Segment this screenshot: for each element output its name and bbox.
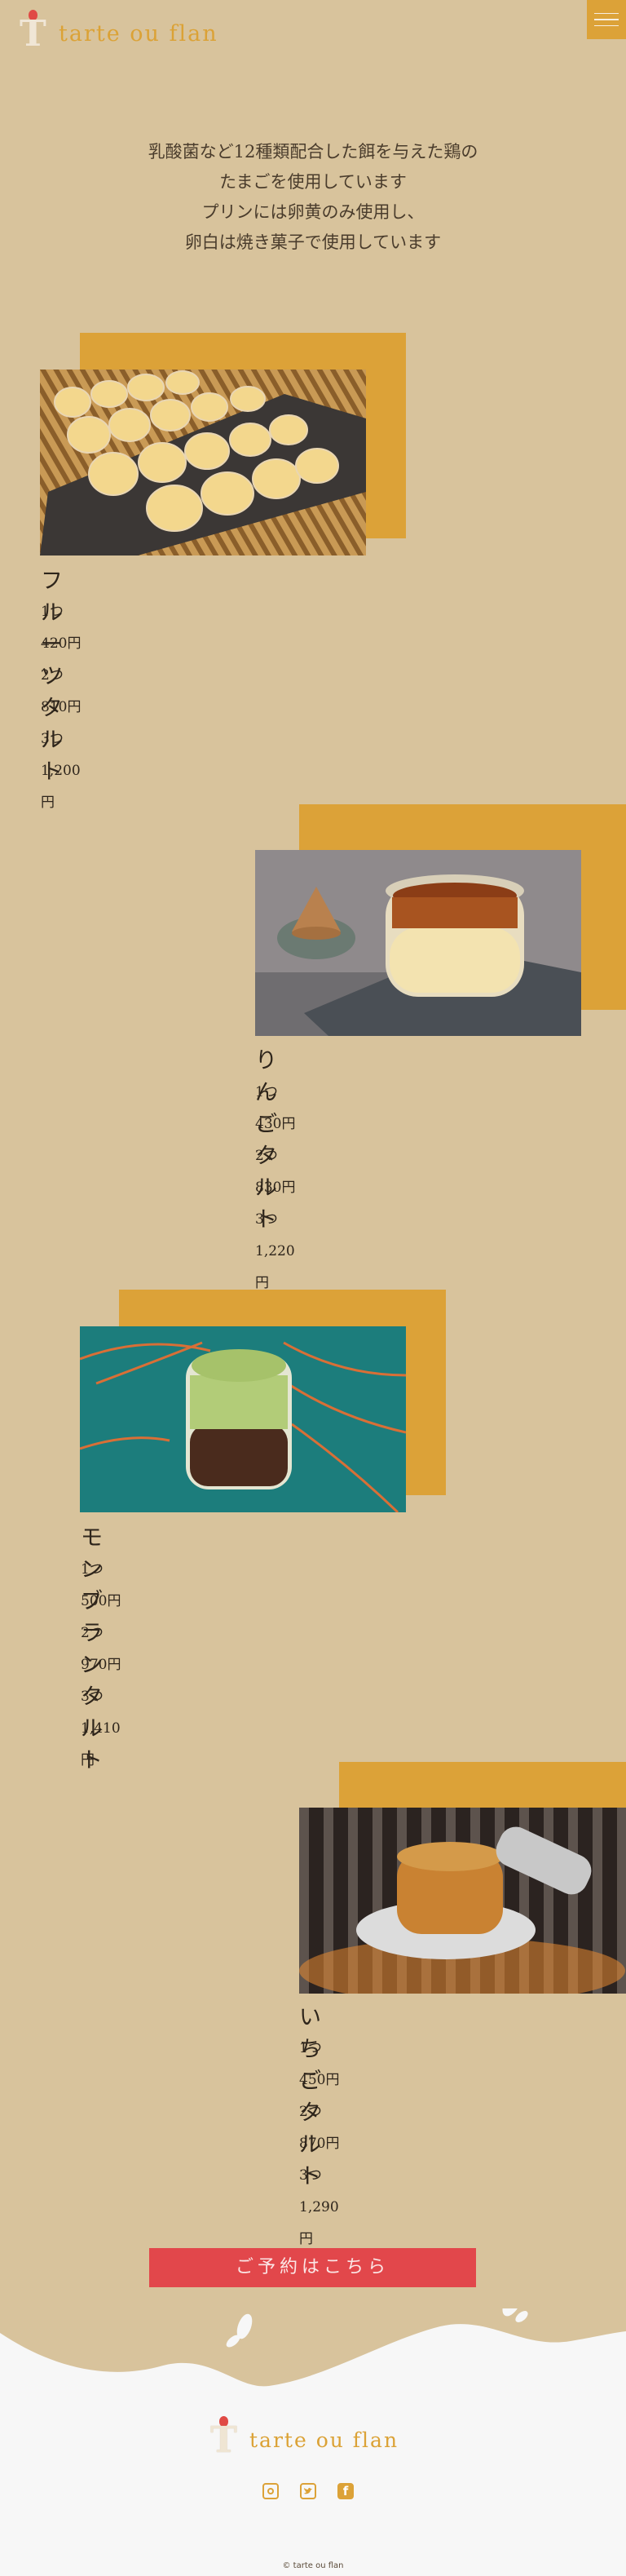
facebook-icon[interactable]: f: [337, 2483, 354, 2499]
price-row: 3つ1,410円: [81, 1689, 121, 1768]
hamburger-menu-button[interactable]: [587, 0, 626, 39]
price-list: 1つ430円 2つ830円 3つ1,220円: [255, 1077, 296, 1299]
price-row: 2つ830円: [255, 1148, 296, 1196]
brand-name: tarte ou flan: [59, 20, 218, 46]
price-row: 2つ970円: [81, 1625, 121, 1673]
price-list: 1つ450円 2つ870円 3つ1,290円: [299, 2033, 340, 2255]
accent-block: [339, 1762, 626, 1808]
intro-line: 乳酸菌など12種類配合した餌を与えた鶏の: [148, 142, 478, 162]
logo-t-icon: T: [18, 10, 49, 52]
price-row: 2つ810円: [41, 667, 82, 715]
twitter-icon[interactable]: [300, 2483, 316, 2499]
intro-line: 卵白は焼き菓子で使用しています: [184, 232, 442, 252]
social-links: f: [262, 2483, 354, 2499]
intro-line: たまごを使用しています: [219, 172, 407, 192]
price-row: 3つ1,200円: [41, 731, 81, 811]
instagram-icon[interactable]: [262, 2483, 279, 2499]
product-photo: [255, 850, 581, 1036]
price-list: 1つ420円 2つ810円 3つ1,200円: [41, 596, 82, 819]
product-photo: [299, 1808, 626, 1994]
price-row: 1つ450円: [299, 2040, 340, 2088]
product-photo: [80, 1326, 406, 1512]
site-header: T tarte ou flan: [0, 0, 626, 73]
price-row: 3つ1,220円: [255, 1211, 295, 1291]
copyright-text: © tarte ou flan: [282, 2561, 344, 2570]
reservation-button[interactable]: ご予約はこちら: [149, 2248, 476, 2287]
footer-logo[interactable]: T tarte ou flan: [209, 2416, 399, 2459]
price-row: 3つ1,290円: [299, 2167, 339, 2247]
product-photo: [40, 370, 366, 555]
footer-brand-name: tarte ou flan: [249, 2428, 399, 2452]
price-row: 2つ870円: [299, 2104, 340, 2152]
price-row: 1つ500円: [81, 1561, 121, 1609]
price-list: 1つ500円 2つ970円 3つ1,410円: [81, 1554, 121, 1777]
intro-line: プリンには卵黄のみ使用し、: [201, 202, 425, 222]
intro-text: 乳酸菌など12種類配合した餌を与えた鶏の たまごを使用しています プリンには卵黄…: [0, 137, 626, 258]
brand-logo[interactable]: T tarte ou flan: [18, 10, 218, 52]
logo-t-icon: T: [209, 2416, 240, 2459]
price-row: 1つ420円: [41, 604, 82, 652]
price-row: 1つ430円: [255, 1084, 296, 1132]
